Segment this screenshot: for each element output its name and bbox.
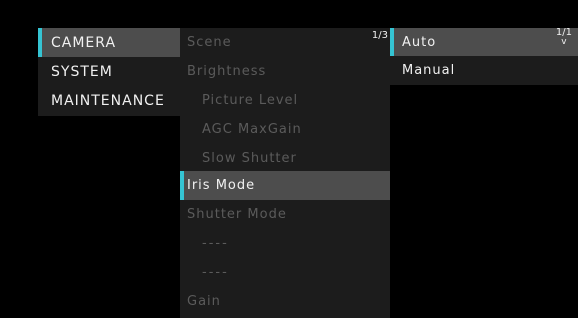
iris-mode-options: Auto Manual 1/1 v bbox=[390, 28, 578, 85]
options-page-indicator: 1/1 v bbox=[556, 28, 572, 47]
submenu-item-slow-shutter[interactable]: Slow Shutter bbox=[180, 144, 390, 173]
submenu-item-brightness[interactable]: Brightness bbox=[180, 57, 390, 86]
menu-item-maintenance[interactable]: MAINTENANCE bbox=[38, 86, 180, 115]
submenu-item-picture-level[interactable]: Picture Level bbox=[180, 86, 390, 115]
menu-item-label: MAINTENANCE bbox=[51, 92, 165, 109]
submenu-item-label: Picture Level bbox=[202, 93, 299, 108]
submenu-item-label: ---- bbox=[202, 265, 229, 280]
chevron-down-icon: v bbox=[561, 37, 567, 47]
option-label: Auto bbox=[402, 34, 437, 50]
submenu-item-label: Brightness bbox=[187, 64, 267, 79]
option-label: Manual bbox=[402, 62, 456, 78]
submenu-item-shutter-mode[interactable]: Shutter Mode bbox=[180, 200, 390, 229]
submenu-item-label: Gain bbox=[187, 294, 221, 309]
submenu-item-gain[interactable]: Gain bbox=[180, 287, 390, 316]
submenu-item-label: Slow Shutter bbox=[202, 151, 297, 166]
submenu-item-iris-mode[interactable]: Iris Mode bbox=[180, 171, 390, 200]
submenu-item-agc-maxgain[interactable]: AGC MaxGain bbox=[180, 115, 390, 144]
menu-item-label: SYSTEM bbox=[51, 63, 113, 80]
menu-item-system[interactable]: SYSTEM bbox=[38, 57, 180, 86]
option-auto[interactable]: Auto bbox=[390, 28, 578, 56]
menu-item-label: CAMERA bbox=[51, 34, 117, 51]
submenu-item-label: Shutter Mode bbox=[187, 207, 287, 222]
submenu-item-label: Scene bbox=[187, 35, 232, 50]
osd-screen: CAMERA SYSTEM MAINTENANCE 1/3 Scene Brig… bbox=[0, 0, 578, 318]
submenu-item-label: ---- bbox=[202, 236, 229, 251]
menu-item-camera[interactable]: CAMERA bbox=[38, 28, 180, 57]
main-menu: CAMERA SYSTEM MAINTENANCE bbox=[38, 28, 180, 116]
submenu-item-label: AGC MaxGain bbox=[202, 122, 302, 137]
option-manual[interactable]: Manual bbox=[390, 56, 578, 84]
camera-submenu: 1/3 Scene Brightness Picture Level AGC M… bbox=[180, 28, 390, 318]
submenu-item-scene[interactable]: Scene bbox=[180, 28, 390, 57]
submenu-item-placeholder: ---- bbox=[180, 229, 390, 258]
submenu-item-label: Iris Mode bbox=[187, 178, 256, 193]
submenu-item-placeholder: ---- bbox=[180, 258, 390, 287]
